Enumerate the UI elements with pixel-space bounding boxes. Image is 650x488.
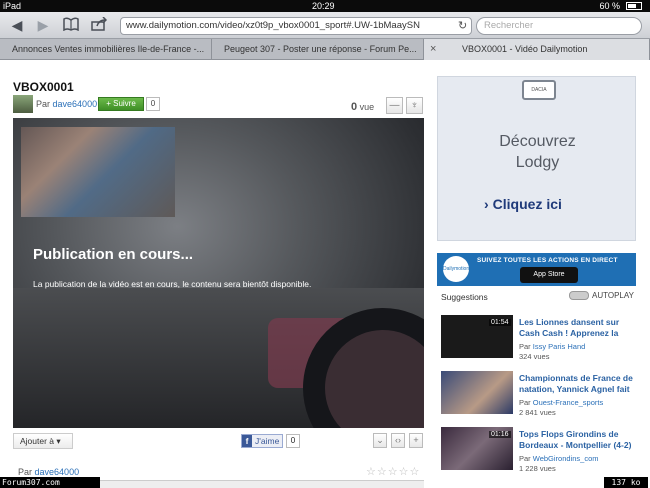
suggestion-views: 2 841 vues — [519, 408, 556, 417]
battery-percent: 60 % — [599, 1, 620, 11]
suggestion-title[interactable]: Championnats de France de natation, Yann… — [519, 373, 637, 395]
tab-dailymotion-label: VBOX0001 - Vidéo Dailymotion — [462, 44, 588, 54]
reload-icon[interactable]: ↻ — [458, 19, 467, 32]
author-line: Par dave64000 — [36, 99, 97, 109]
suggestions-heading: Suggestions — [441, 292, 488, 302]
publishing-message: La publication de la vidéo est en cours,… — [33, 279, 312, 289]
follow-count: 0 — [146, 97, 160, 111]
live-banner-text: SUIVEZ TOUTES LES ACTIONS EN DIRECT — [477, 257, 618, 264]
tab-annonces[interactable]: Annonces Ventes immobilières Ile-de-Fran… — [0, 39, 212, 60]
toggle-switch-icon[interactable] — [569, 291, 589, 301]
dacia-logo: DACIA — [522, 80, 556, 100]
browser-toolbar: ◀ ▶ www.dailymotion.com/video/xz0t9p_vbo… — [0, 12, 650, 39]
suggestion-title[interactable]: Tops Flops Girondins de Bordeaux - Montp… — [519, 429, 637, 451]
battery-icon — [626, 2, 642, 10]
status-bar: iPad 20:29 60 % — [0, 0, 650, 12]
expand-icon[interactable]: ⌄ — [373, 433, 387, 448]
details-author-line: Par dave64000 — [18, 467, 79, 477]
tab-peugeot-forum[interactable]: Peugeot 307 - Poster une réponse - Forum… — [212, 39, 424, 60]
details-author-link[interactable]: dave64000 — [35, 467, 80, 477]
video-thumbnail — [21, 127, 175, 217]
facebook-icon: f — [242, 435, 252, 447]
file-size-label: 137 ko — [604, 477, 648, 488]
autoplay-label: AUTOPLAY — [592, 291, 634, 300]
add-to-label: Ajouter à — [20, 436, 55, 446]
video-title: VBOX0001 — [13, 80, 74, 94]
autoplay-toggle[interactable]: AUTOPLAY — [569, 291, 634, 301]
chevron-down-icon: ▾ — [56, 436, 61, 446]
suggestion-author[interactable]: WebGirondins_com — [533, 454, 599, 463]
suggestions-list: 01:54 Les Lionnes dansent sur Cash Cash … — [441, 315, 641, 483]
suggestion-title[interactable]: Les Lionnes dansent sur Cash Cash ! Appr… — [519, 317, 637, 339]
add-to-button[interactable]: Ajouter à ▾ — [13, 433, 73, 449]
search-input[interactable]: Rechercher — [476, 17, 642, 35]
forward-icon[interactable]: ▶ — [34, 17, 52, 33]
list-item[interactable]: Championnats de France de natation, Yann… — [441, 371, 641, 427]
suggestion-meta: Par Issy Paris Hand 324 vues — [519, 342, 585, 362]
suggestion-views: 324 vues — [519, 352, 550, 361]
bookmarks-icon[interactable] — [62, 17, 80, 33]
suggestion-meta: Par Ouest-France_sports 2 841 vues — [519, 398, 603, 418]
follow-button[interactable]: + Suivre — [98, 97, 144, 111]
author-link[interactable]: dave64000 — [53, 99, 98, 109]
like-label: J'aime — [255, 436, 280, 446]
back-icon[interactable]: ◀ — [8, 17, 26, 33]
ad-cta[interactable]: › Cliquez ici — [484, 196, 562, 212]
details-by-label: Par — [18, 467, 33, 477]
view-count: 0 — [351, 101, 358, 113]
ad-line-1: Découvrez — [499, 133, 576, 150]
view-label: vue — [359, 102, 375, 112]
tab-dailymotion[interactable]: × VBOX0001 - Vidéo Dailymotion — [424, 39, 650, 60]
publishing-title: Publication en cours... — [33, 246, 194, 263]
suggestion-views: 1 228 vues — [519, 464, 556, 473]
share-icon[interactable] — [90, 16, 108, 33]
app-store-badge[interactable]: App Store — [520, 267, 578, 283]
suggestion-thumbnail[interactable] — [441, 371, 513, 414]
suggestion-by: Par — [519, 398, 531, 407]
dailymotion-logo: Dailymotion — [443, 256, 469, 282]
suggestion-by: Par — [519, 454, 531, 463]
duration-badge: 01:54 — [489, 319, 511, 326]
video-player[interactable]: Publication en cours... La publication d… — [13, 118, 424, 428]
url-bar[interactable]: www.dailymotion.com/video/xz0t9p_vbox000… — [120, 17, 472, 35]
live-app-banner[interactable]: Dailymotion SUIVEZ TOUTES LES ACTIONS EN… — [437, 253, 636, 286]
ad-cta-label: Cliquez ici — [492, 196, 562, 212]
rating-stars-icon[interactable]: ☆☆☆☆☆ — [366, 465, 420, 478]
tab-bar: Annonces Ventes immobilières Ile-de-Fran… — [0, 39, 650, 60]
clock: 20:29 — [312, 1, 335, 11]
suggestion-author[interactable]: Ouest-France_sports — [533, 398, 603, 407]
ad-line-2: Lodgy — [515, 154, 560, 171]
forum-watermark: Forum307.com — [0, 477, 100, 488]
list-item[interactable]: 01:54 Les Lionnes dansent sur Cash Cash … — [441, 315, 641, 371]
app-store-label: App Store — [533, 271, 565, 278]
facebook-like-button[interactable]: f J'aime — [241, 434, 283, 448]
like-count: 0 — [286, 434, 300, 448]
avatar[interactable] — [13, 95, 33, 113]
device-name: iPad — [3, 1, 22, 11]
follow-label: Suivre — [113, 99, 136, 108]
minus-icon[interactable]: — — [386, 97, 403, 114]
suggestion-by: Par — [519, 342, 531, 351]
dacia-ad[interactable]: DACIA Découvrez Lodgy › Cliquez ici — [437, 76, 636, 241]
add-icon[interactable]: + — [409, 433, 423, 448]
close-tab-icon[interactable]: × — [430, 39, 436, 59]
embed-icon[interactable]: ‹› — [391, 433, 405, 448]
pin-icon[interactable]: ♆ — [406, 97, 423, 114]
list-item[interactable]: 01:16 Tops Flops Girondins de Bordeaux -… — [441, 427, 641, 483]
view-counter: 0 vue — [351, 101, 374, 113]
chevron-right-icon: › — [484, 196, 489, 212]
duration-badge: 01:16 — [489, 431, 511, 438]
suggestion-author[interactable]: Issy Paris Hand — [533, 342, 586, 351]
suggestion-meta: Par WebGirondins_com 1 228 vues — [519, 454, 599, 474]
by-label: Par — [36, 99, 51, 109]
